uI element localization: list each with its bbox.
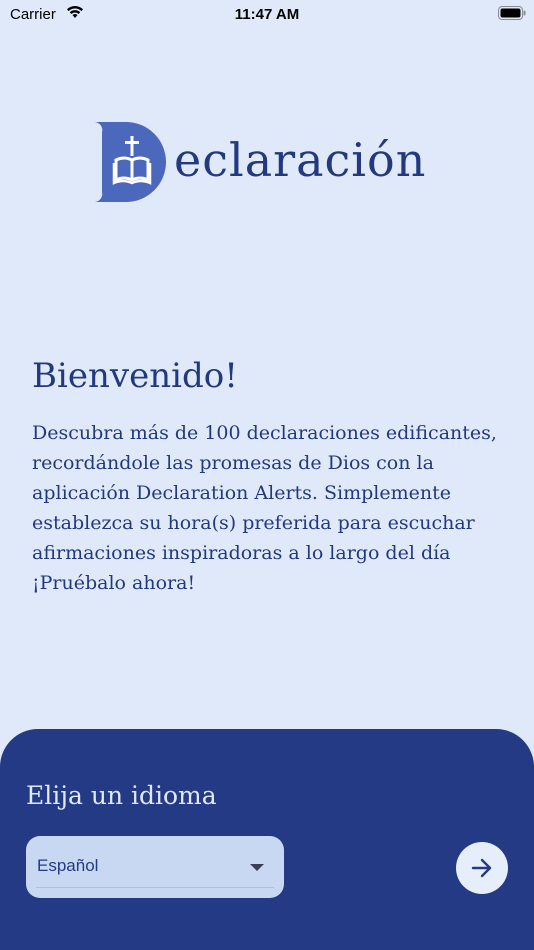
language-select[interactable]: Español — [26, 836, 284, 898]
select-underline — [36, 887, 274, 888]
language-selected-value: Español — [37, 856, 99, 875]
status-bar: Carrier 11:47 AM — [0, 0, 534, 28]
battery-icon — [498, 6, 526, 20]
language-panel: Elija un idioma Español — [0, 729, 534, 950]
book-cross-icon — [94, 122, 166, 202]
welcome-title: Bienvenido! — [32, 356, 238, 396]
welcome-description: Descubra más de 100 declaraciones edific… — [32, 422, 497, 594]
status-time: 11:47 AM — [234, 6, 300, 23]
chevron-down-icon — [250, 864, 264, 871]
language-label: Elija un idioma — [26, 781, 217, 810]
arrow-right-icon — [471, 858, 492, 878]
app-logo: eclaración — [92, 118, 442, 202]
logo-text: eclaración — [174, 133, 427, 187]
next-button[interactable] — [456, 842, 508, 894]
